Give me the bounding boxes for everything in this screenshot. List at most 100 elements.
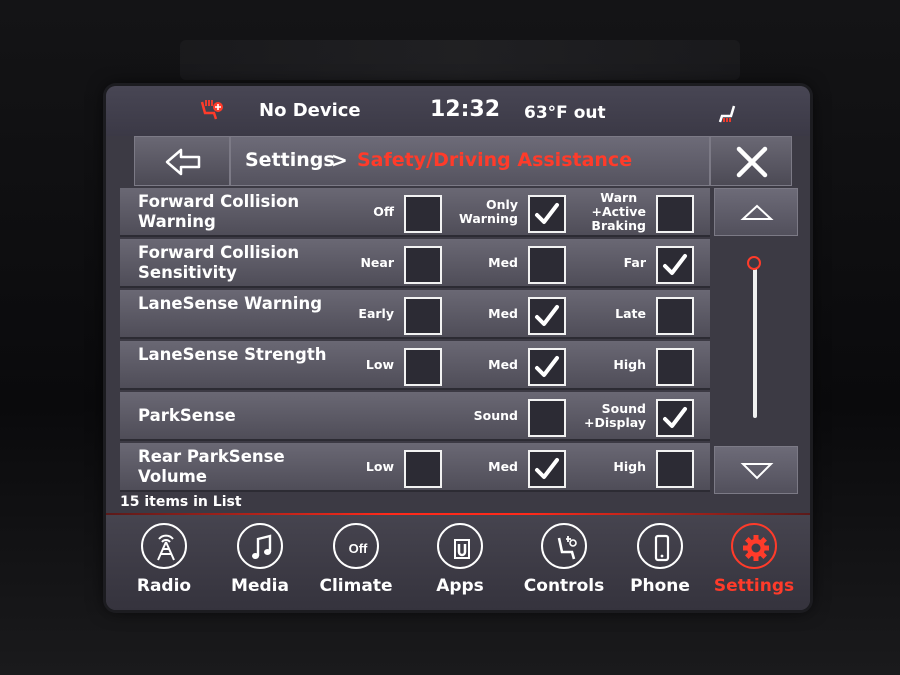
setting-option[interactable]: High bbox=[574, 443, 694, 492]
option-label: Med bbox=[488, 357, 518, 372]
checkmark-icon bbox=[535, 458, 559, 479]
setting-option[interactable]: Low bbox=[322, 341, 442, 390]
settings-row: Forward Collision Sensitivity Near Med Far bbox=[120, 239, 710, 288]
setting-option[interactable]: High bbox=[574, 341, 694, 390]
option-label: High bbox=[613, 357, 646, 372]
settings-list: Forward Collision Warning Off Only Warning W… bbox=[120, 188, 710, 496]
setting-label: Forward Collision Sensitivity bbox=[138, 243, 300, 282]
nav-phone[interactable]: Phone bbox=[614, 521, 706, 607]
chevron-down-icon bbox=[740, 463, 774, 480]
scroll-controls bbox=[714, 188, 798, 496]
setting-label: ParkSense bbox=[138, 406, 236, 425]
checkbox-unchecked[interactable] bbox=[404, 450, 442, 488]
checkbox-unchecked[interactable] bbox=[404, 246, 442, 284]
nav-label: Settings bbox=[713, 576, 795, 596]
checkbox-checked[interactable] bbox=[528, 348, 566, 386]
setting-option[interactable]: Late bbox=[574, 290, 694, 339]
infotainment-screen: No Device 12:32 63°F out Settings > Safe… bbox=[106, 86, 810, 610]
breadcrumb-root[interactable]: Settings bbox=[245, 149, 335, 171]
phone-icon bbox=[637, 523, 683, 569]
nav-media[interactable]: Media bbox=[214, 521, 306, 607]
checkmark-icon bbox=[535, 356, 559, 377]
page-title: Safety/Driving Assistance bbox=[357, 149, 633, 171]
settings-row: ParkSense Sound Sound +Display bbox=[120, 392, 710, 441]
option-label: Late bbox=[615, 306, 646, 321]
option-label: High bbox=[613, 459, 646, 474]
setting-option[interactable]: Med bbox=[446, 290, 566, 339]
checkbox-checked[interactable] bbox=[656, 246, 694, 284]
scroll-up-button[interactable] bbox=[714, 188, 798, 236]
checkbox-unchecked[interactable] bbox=[656, 297, 694, 335]
nav-radio[interactable]: Radio bbox=[118, 521, 210, 607]
checkbox-unchecked[interactable] bbox=[404, 297, 442, 335]
checkbox-unchecked[interactable] bbox=[656, 348, 694, 386]
checkbox-checked[interactable] bbox=[656, 399, 694, 437]
scrollbar-track[interactable] bbox=[753, 264, 757, 418]
nav-label: Media bbox=[231, 576, 289, 596]
checkbox-unchecked[interactable] bbox=[404, 195, 442, 233]
checkbox-unchecked[interactable] bbox=[656, 195, 694, 233]
status-bar: No Device 12:32 63°F out bbox=[106, 86, 810, 136]
nav-settings[interactable]: Settings bbox=[708, 521, 800, 607]
option-label: Low bbox=[365, 459, 394, 474]
close-icon bbox=[736, 146, 768, 178]
svg-text:Off: Off bbox=[349, 541, 368, 556]
checkbox-unchecked[interactable] bbox=[404, 348, 442, 386]
setting-option[interactable]: Sound +Display bbox=[574, 392, 694, 441]
radio-tower-icon bbox=[141, 523, 187, 569]
close-button[interactable] bbox=[710, 136, 792, 186]
option-label: Far bbox=[623, 255, 646, 270]
nav-label: Climate bbox=[319, 576, 393, 596]
climate-off-icon: Off bbox=[333, 523, 379, 569]
nav-apps[interactable]: Apps bbox=[414, 521, 506, 607]
option-label: Sound +Display bbox=[583, 401, 646, 430]
settings-row: Forward Collision Warning Off Only Warning W… bbox=[120, 188, 710, 237]
bezel-reflection bbox=[180, 40, 740, 80]
option-label: Med bbox=[488, 306, 518, 321]
option-label: Early bbox=[358, 306, 394, 321]
setting-option[interactable]: Near bbox=[322, 239, 442, 288]
setting-label: Forward Collision Warning bbox=[138, 192, 300, 231]
heated-seat-left-icon[interactable] bbox=[198, 98, 224, 122]
setting-option[interactable]: Med bbox=[446, 341, 566, 390]
checkbox-unchecked[interactable] bbox=[528, 246, 566, 284]
option-label: Med bbox=[488, 459, 518, 474]
checkbox-checked[interactable] bbox=[528, 450, 566, 488]
checkmark-icon bbox=[535, 305, 559, 326]
setting-option[interactable]: Low bbox=[322, 443, 442, 492]
checkmark-icon bbox=[535, 203, 559, 224]
checkbox-unchecked[interactable] bbox=[656, 450, 694, 488]
setting-option[interactable]: Warn +Active Braking bbox=[574, 188, 694, 237]
option-label: Sound bbox=[473, 408, 518, 423]
checkbox-unchecked[interactable] bbox=[528, 399, 566, 437]
settings-row: LaneSense Warning Early Med Late bbox=[120, 290, 710, 339]
option-label: Only Warning bbox=[459, 197, 518, 226]
gear-icon bbox=[731, 523, 777, 569]
nav-label: Radio bbox=[136, 576, 192, 596]
music-note-icon bbox=[237, 523, 283, 569]
scrollbar-thumb[interactable] bbox=[747, 256, 761, 270]
nav-climate[interactable]: Off Climate bbox=[310, 521, 402, 607]
clock: 12:32 bbox=[430, 97, 501, 122]
checkbox-checked[interactable] bbox=[528, 297, 566, 335]
setting-option[interactable]: Only Warning bbox=[446, 188, 566, 237]
breadcrumb: Settings > Safety/Driving Assistance bbox=[230, 136, 710, 186]
setting-label: LaneSense Warning bbox=[138, 294, 323, 313]
option-label: Near bbox=[360, 255, 394, 270]
setting-option[interactable]: Early bbox=[322, 290, 442, 339]
scroll-down-button[interactable] bbox=[714, 446, 798, 494]
checkbox-checked[interactable] bbox=[528, 195, 566, 233]
nav-controls[interactable]: Controls bbox=[518, 521, 610, 607]
controls-seat-icon bbox=[541, 523, 587, 569]
back-button[interactable] bbox=[134, 136, 230, 186]
setting-label: LaneSense Strength bbox=[138, 345, 327, 364]
setting-option[interactable]: Med bbox=[446, 239, 566, 288]
heated-seat-right-icon[interactable] bbox=[716, 102, 738, 124]
setting-option[interactable]: Off bbox=[322, 188, 442, 237]
checkmark-icon bbox=[663, 254, 687, 275]
outside-temperature: 63°F out bbox=[524, 103, 606, 123]
setting-option[interactable]: Med bbox=[446, 443, 566, 492]
setting-option[interactable]: Far bbox=[574, 239, 694, 288]
setting-option[interactable]: Sound bbox=[446, 392, 566, 441]
option-label: Low bbox=[365, 357, 394, 372]
